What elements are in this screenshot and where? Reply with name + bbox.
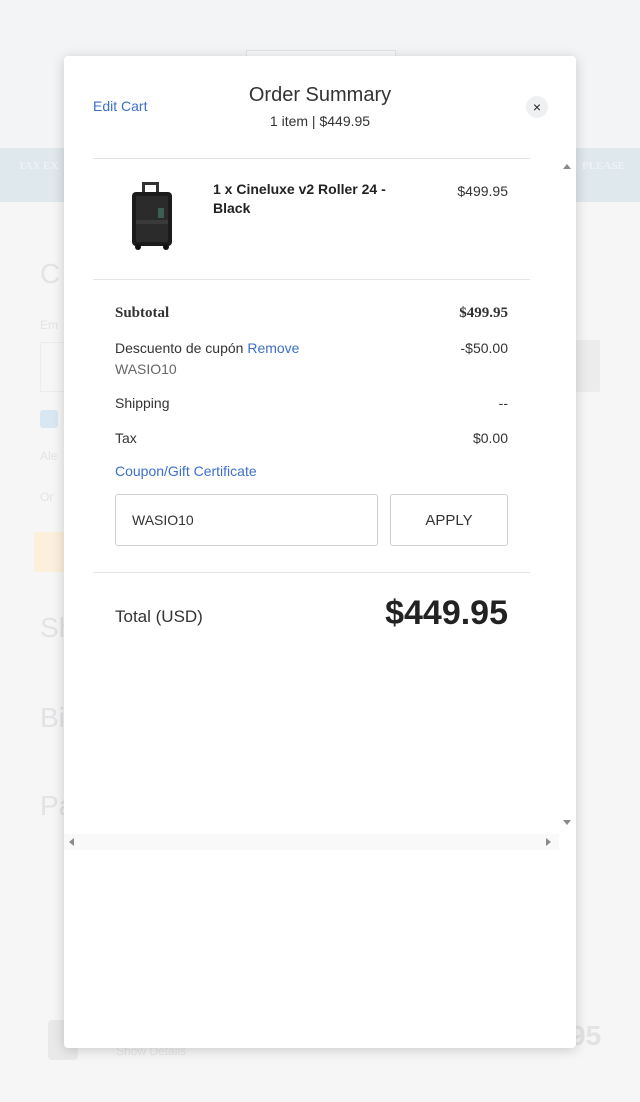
shipping-label: Shipping bbox=[115, 395, 170, 411]
modal-subtitle: 1 item | $449.95 bbox=[269, 113, 371, 129]
close-button[interactable]: × bbox=[526, 96, 548, 118]
divider bbox=[93, 279, 530, 280]
coupon-gift-certificate-link[interactable]: Coupon/Gift Certificate bbox=[115, 463, 257, 479]
close-icon: × bbox=[532, 99, 542, 115]
rolling-case-icon bbox=[132, 182, 172, 250]
tax-value: $0.00 bbox=[472, 430, 508, 446]
modal-title: Order Summary bbox=[248, 84, 392, 106]
horizontal-scrollbar[interactable] bbox=[64, 834, 559, 850]
product-name: 1 x Cineluxe v2 Roller 24 - Black bbox=[213, 181, 386, 216]
bg-text-or: Or bbox=[40, 490, 54, 504]
bg-paypal-button bbox=[34, 532, 68, 572]
discount-row: Descuento de cupón Remove bbox=[115, 340, 299, 356]
apply-coupon-button[interactable]: APPLY bbox=[390, 494, 508, 546]
subtotal-value: $499.95 bbox=[459, 305, 508, 321]
bg-continue-button bbox=[575, 340, 600, 392]
product-price: $499.95 bbox=[457, 183, 508, 199]
coupon-code-input[interactable] bbox=[115, 494, 378, 546]
bg-heading-billing: Bi bbox=[40, 702, 65, 733]
scroll-up-arrow-icon[interactable] bbox=[563, 164, 571, 169]
bg-email-field bbox=[40, 342, 67, 392]
total-value: $449.95 bbox=[385, 594, 508, 632]
banner-right-text: PLEASE bbox=[582, 160, 625, 172]
applied-coupon-code: WASIO10 bbox=[115, 361, 177, 377]
tax-label: Tax bbox=[115, 430, 137, 446]
scroll-left-arrow-icon[interactable] bbox=[69, 838, 74, 846]
discount-value: -$50.00 bbox=[460, 340, 508, 356]
order-summary-modal: Edit Cart Order Summary 1 item | $449.95… bbox=[64, 56, 576, 1048]
divider bbox=[93, 572, 530, 573]
scroll-down-arrow-icon[interactable] bbox=[563, 820, 571, 825]
remove-coupon-link[interactable]: Remove bbox=[247, 340, 299, 356]
bg-heading-contact: C bbox=[40, 258, 61, 289]
bg-label-email: Em bbox=[40, 318, 58, 332]
shipping-value: -- bbox=[498, 395, 508, 411]
total-label: Total (USD) bbox=[115, 607, 203, 626]
scroll-right-arrow-icon[interactable] bbox=[546, 838, 551, 846]
subtotal-label: Subtotal bbox=[115, 305, 170, 321]
discount-label: Descuento de cupón bbox=[115, 340, 244, 356]
bg-text-already: Ale bbox=[40, 449, 58, 463]
bg-checkbox bbox=[40, 410, 58, 428]
banner-left-text: TAX EX bbox=[18, 160, 59, 172]
divider bbox=[93, 158, 530, 159]
